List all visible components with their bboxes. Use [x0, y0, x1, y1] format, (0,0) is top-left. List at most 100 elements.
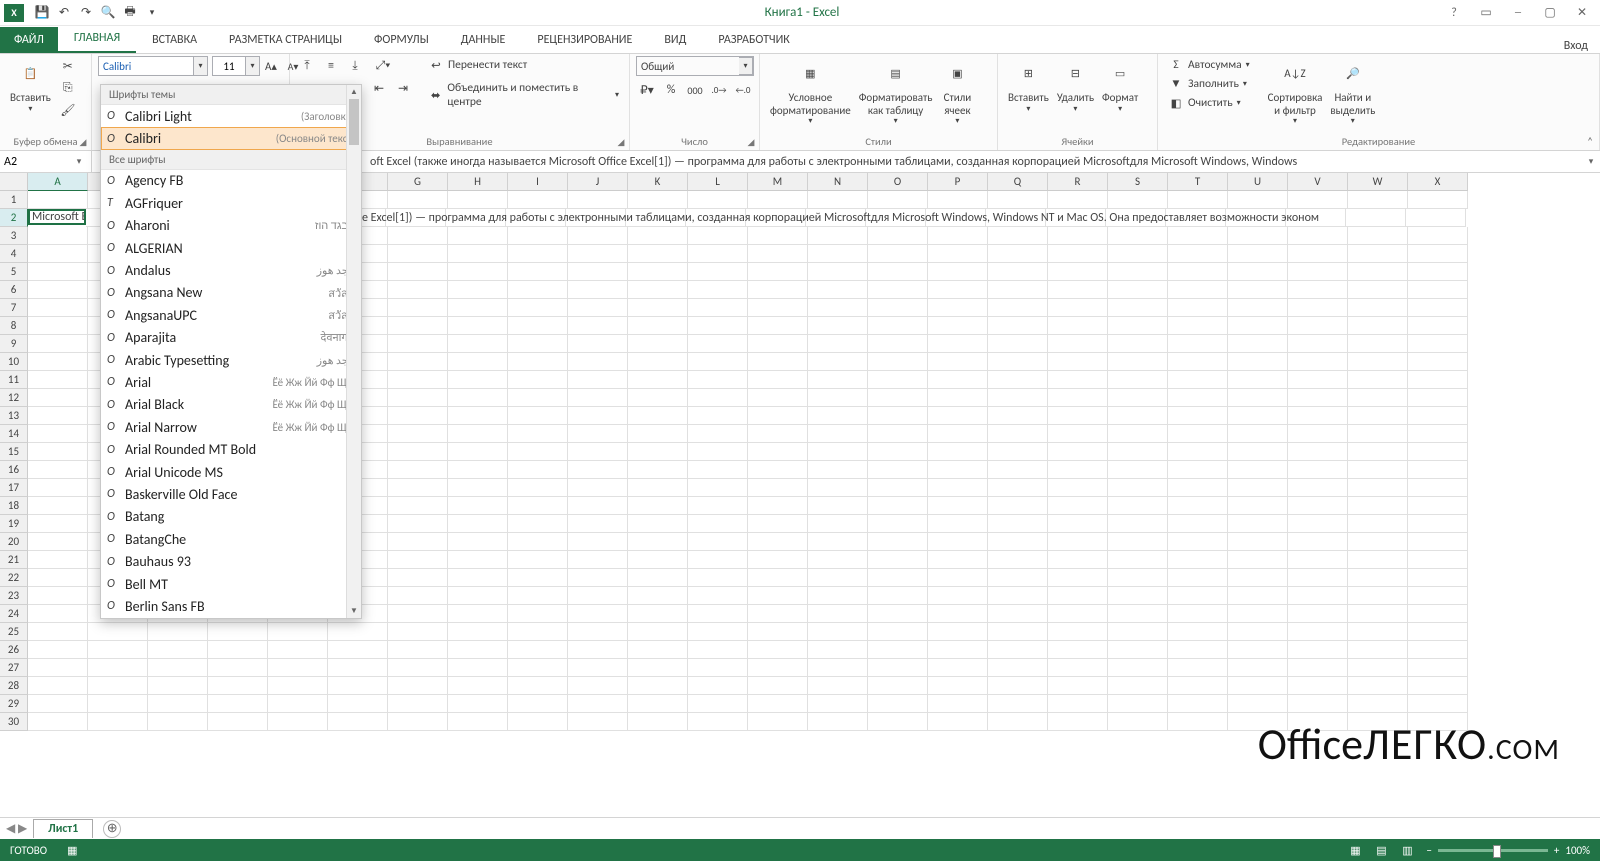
cell-K7[interactable]: [628, 299, 688, 317]
cell-G25[interactable]: [388, 623, 448, 641]
cell-N20[interactable]: [808, 533, 868, 551]
cell-Q12[interactable]: [988, 389, 1048, 407]
cell-R16[interactable]: [1048, 461, 1108, 479]
cell-E27[interactable]: [268, 659, 328, 677]
cell-J30[interactable]: [568, 713, 628, 731]
cell-L29[interactable]: [688, 695, 748, 713]
cell-H13[interactable]: [448, 407, 508, 425]
comma-icon[interactable]: 000: [684, 80, 706, 100]
cell-A8[interactable]: [28, 317, 88, 335]
cell-H29[interactable]: [448, 695, 508, 713]
cell-N23[interactable]: [808, 587, 868, 605]
cell-W21[interactable]: [1348, 551, 1408, 569]
cell-H9[interactable]: [448, 335, 508, 353]
cell-K20[interactable]: [628, 533, 688, 551]
cell-S26[interactable]: [1108, 641, 1168, 659]
align-bottom-icon[interactable]: ⤓: [344, 56, 366, 76]
cell-X21[interactable]: [1408, 551, 1468, 569]
cell-O20[interactable]: [868, 533, 928, 551]
cell-G11[interactable]: [388, 371, 448, 389]
cell-M13[interactable]: [748, 407, 808, 425]
cell-G16[interactable]: [388, 461, 448, 479]
cell-O4[interactable]: [868, 245, 928, 263]
font-item-arabic-typesetting[interactable]: OArabic Typesettingأبجد هوز: [101, 349, 361, 371]
cell-V29[interactable]: [1288, 695, 1348, 713]
cell-I7[interactable]: [508, 299, 568, 317]
cell-J5[interactable]: [568, 263, 628, 281]
cell-N22[interactable]: [808, 569, 868, 587]
cell-G7[interactable]: [388, 299, 448, 317]
cell-T12[interactable]: [1168, 389, 1228, 407]
cell-L7[interactable]: [688, 299, 748, 317]
cell-A25[interactable]: [28, 623, 88, 641]
cell-B26[interactable]: [88, 641, 148, 659]
cell-L23[interactable]: [688, 587, 748, 605]
cell-M10[interactable]: [748, 353, 808, 371]
cell-J26[interactable]: [568, 641, 628, 659]
cell-U28[interactable]: [1228, 677, 1288, 695]
font-item-arial-unicode-ms[interactable]: OArial Unicode MS: [101, 461, 361, 483]
cell-I13[interactable]: [508, 407, 568, 425]
cell-I30[interactable]: [508, 713, 568, 731]
scroll-down-icon[interactable]: ▼: [347, 604, 361, 618]
row-header-4[interactable]: 4: [0, 245, 28, 263]
cell-I15[interactable]: [508, 443, 568, 461]
cell-X24[interactable]: [1408, 605, 1468, 623]
cell-F29[interactable]: [328, 695, 388, 713]
view-pagebreak-icon[interactable]: ▥: [1394, 839, 1420, 861]
cell-V13[interactable]: [1288, 407, 1348, 425]
column-header-I[interactable]: I: [508, 173, 568, 191]
format-cells-button[interactable]: ▭Формат▾: [1098, 56, 1142, 116]
help-icon[interactable]: ?: [1438, 1, 1470, 25]
cell-X12[interactable]: [1408, 389, 1468, 407]
column-header-J[interactable]: J: [568, 173, 628, 191]
cell-B25[interactable]: [88, 623, 148, 641]
cell-L25[interactable]: [688, 623, 748, 641]
cell-S17[interactable]: [1108, 479, 1168, 497]
cell-R11[interactable]: [1048, 371, 1108, 389]
cell-B27[interactable]: [88, 659, 148, 677]
autosum-button[interactable]: ΣАвтосумма▾: [1164, 56, 1254, 74]
cell-J10[interactable]: [568, 353, 628, 371]
name-box[interactable]: ▾: [0, 151, 92, 172]
cell-X1[interactable]: [1408, 191, 1468, 209]
cell-J21[interactable]: [568, 551, 628, 569]
cell-A23[interactable]: [28, 587, 88, 605]
undo-icon[interactable]: ↶: [54, 3, 74, 23]
cell-X23[interactable]: [1408, 587, 1468, 605]
cell-N12[interactable]: [808, 389, 868, 407]
cell-T23[interactable]: [1168, 587, 1228, 605]
cell-J25[interactable]: [568, 623, 628, 641]
column-header-A[interactable]: A: [28, 173, 88, 191]
tab-developer[interactable]: РАЗРАБОТЧИК: [702, 27, 805, 53]
cell-O12[interactable]: [868, 389, 928, 407]
cell-Q18[interactable]: [988, 497, 1048, 515]
cell-L24[interactable]: [688, 605, 748, 623]
cell-M6[interactable]: [748, 281, 808, 299]
cell-T19[interactable]: [1168, 515, 1228, 533]
cell-V22[interactable]: [1288, 569, 1348, 587]
column-header-X[interactable]: X: [1408, 173, 1468, 191]
cell-X30[interactable]: [1408, 713, 1468, 731]
tab-insert[interactable]: ВСТАВКА: [136, 27, 213, 53]
cell-L21[interactable]: [688, 551, 748, 569]
select-all-corner[interactable]: [0, 173, 28, 191]
cell-D28[interactable]: [208, 677, 268, 695]
cell-P24[interactable]: [928, 605, 988, 623]
cell-Q20[interactable]: [988, 533, 1048, 551]
cell-R30[interactable]: [1048, 713, 1108, 731]
cell-A15[interactable]: [28, 443, 88, 461]
cell-P18[interactable]: [928, 497, 988, 515]
cell-M12[interactable]: [748, 389, 808, 407]
row-header-30[interactable]: 30: [0, 713, 28, 731]
cell-V25[interactable]: [1288, 623, 1348, 641]
cell-U27[interactable]: [1228, 659, 1288, 677]
cell-N30[interactable]: [808, 713, 868, 731]
cell-G17[interactable]: [388, 479, 448, 497]
cell-G13[interactable]: [388, 407, 448, 425]
cell-V11[interactable]: [1288, 371, 1348, 389]
cell-O25[interactable]: [868, 623, 928, 641]
cell-S20[interactable]: [1108, 533, 1168, 551]
cell-U8[interactable]: [1228, 317, 1288, 335]
cell-T1[interactable]: [1168, 191, 1228, 209]
